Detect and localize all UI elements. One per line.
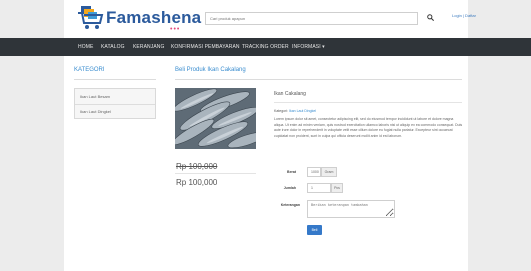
nav-konfirmasi-pembayaran[interactable]: KONFIRMASI PEMBAYARAN bbox=[171, 44, 240, 50]
product-description: Lorem ipsum dolor sit amet, consectetur … bbox=[274, 117, 463, 138]
category-item[interactable]: Ikan Laut Dingkel bbox=[80, 109, 111, 114]
nav-keranjang[interactable]: KERANJANG bbox=[133, 44, 164, 50]
logo[interactable]: Famashena ••• bbox=[78, 4, 201, 33]
berat-field[interactable]: 1000 bbox=[307, 167, 321, 177]
current-price: Rp 100,000 bbox=[176, 178, 218, 187]
category-item[interactable]: Ikan Laut Besam bbox=[80, 94, 110, 99]
nav-katalog[interactable]: KATALOG bbox=[101, 44, 125, 50]
nav-home[interactable]: HOME bbox=[78, 44, 93, 50]
login-register-link[interactable]: Login | Daftar bbox=[452, 13, 476, 18]
berat-label: Berat bbox=[287, 170, 296, 174]
product-image bbox=[175, 88, 256, 149]
category-list: Ikan Laut Besam Ikan Laut Dingkel bbox=[74, 88, 156, 119]
jumlah-field[interactable]: 1 bbox=[307, 183, 331, 193]
shopping-cart-icon bbox=[78, 6, 104, 29]
beli-button[interactable]: Beli bbox=[307, 225, 322, 235]
sidebar-title-divider bbox=[74, 79, 156, 80]
old-price: Rp 100,000 bbox=[176, 162, 218, 171]
page-title: Beli Produk Ikan Cakalang bbox=[175, 67, 246, 73]
header: Famashena ••• Login | Daftar bbox=[0, 0, 531, 38]
search-icon[interactable] bbox=[425, 12, 435, 24]
logo-dots: ••• bbox=[170, 26, 181, 33]
nav-tracking-order[interactable]: TRACKING ORDER bbox=[242, 44, 289, 50]
logo-text: Famashena bbox=[106, 8, 202, 27]
nav-informasi-dropdown[interactable]: INFORMASI ▾ bbox=[292, 44, 325, 50]
keterangan-textarea[interactable] bbox=[307, 200, 395, 218]
keterangan-label: Keterangan bbox=[280, 203, 300, 207]
sidebar-title: KATEGORI bbox=[74, 67, 105, 73]
category-divider bbox=[75, 104, 155, 105]
jumlah-unit: Pcs bbox=[331, 183, 343, 193]
product-category-label: Kategori: bbox=[274, 109, 289, 113]
berat-unit: Gram bbox=[321, 167, 337, 177]
jumlah-label: Jumlah bbox=[283, 186, 296, 190]
product-category: Kategori: Ikan Laut Dingkel bbox=[274, 109, 316, 113]
product-category-link[interactable]: Ikan Laut Dingkel bbox=[289, 109, 316, 113]
product-name-divider bbox=[274, 102, 462, 103]
main-navbar: HOME KATALOG KERANJANG KONFIRMASI PEMBAY… bbox=[0, 38, 531, 56]
product-name: Ikan Cakalang bbox=[274, 91, 306, 97]
search-input[interactable] bbox=[205, 12, 418, 25]
page-title-divider bbox=[175, 79, 462, 80]
price-divider bbox=[175, 173, 256, 174]
